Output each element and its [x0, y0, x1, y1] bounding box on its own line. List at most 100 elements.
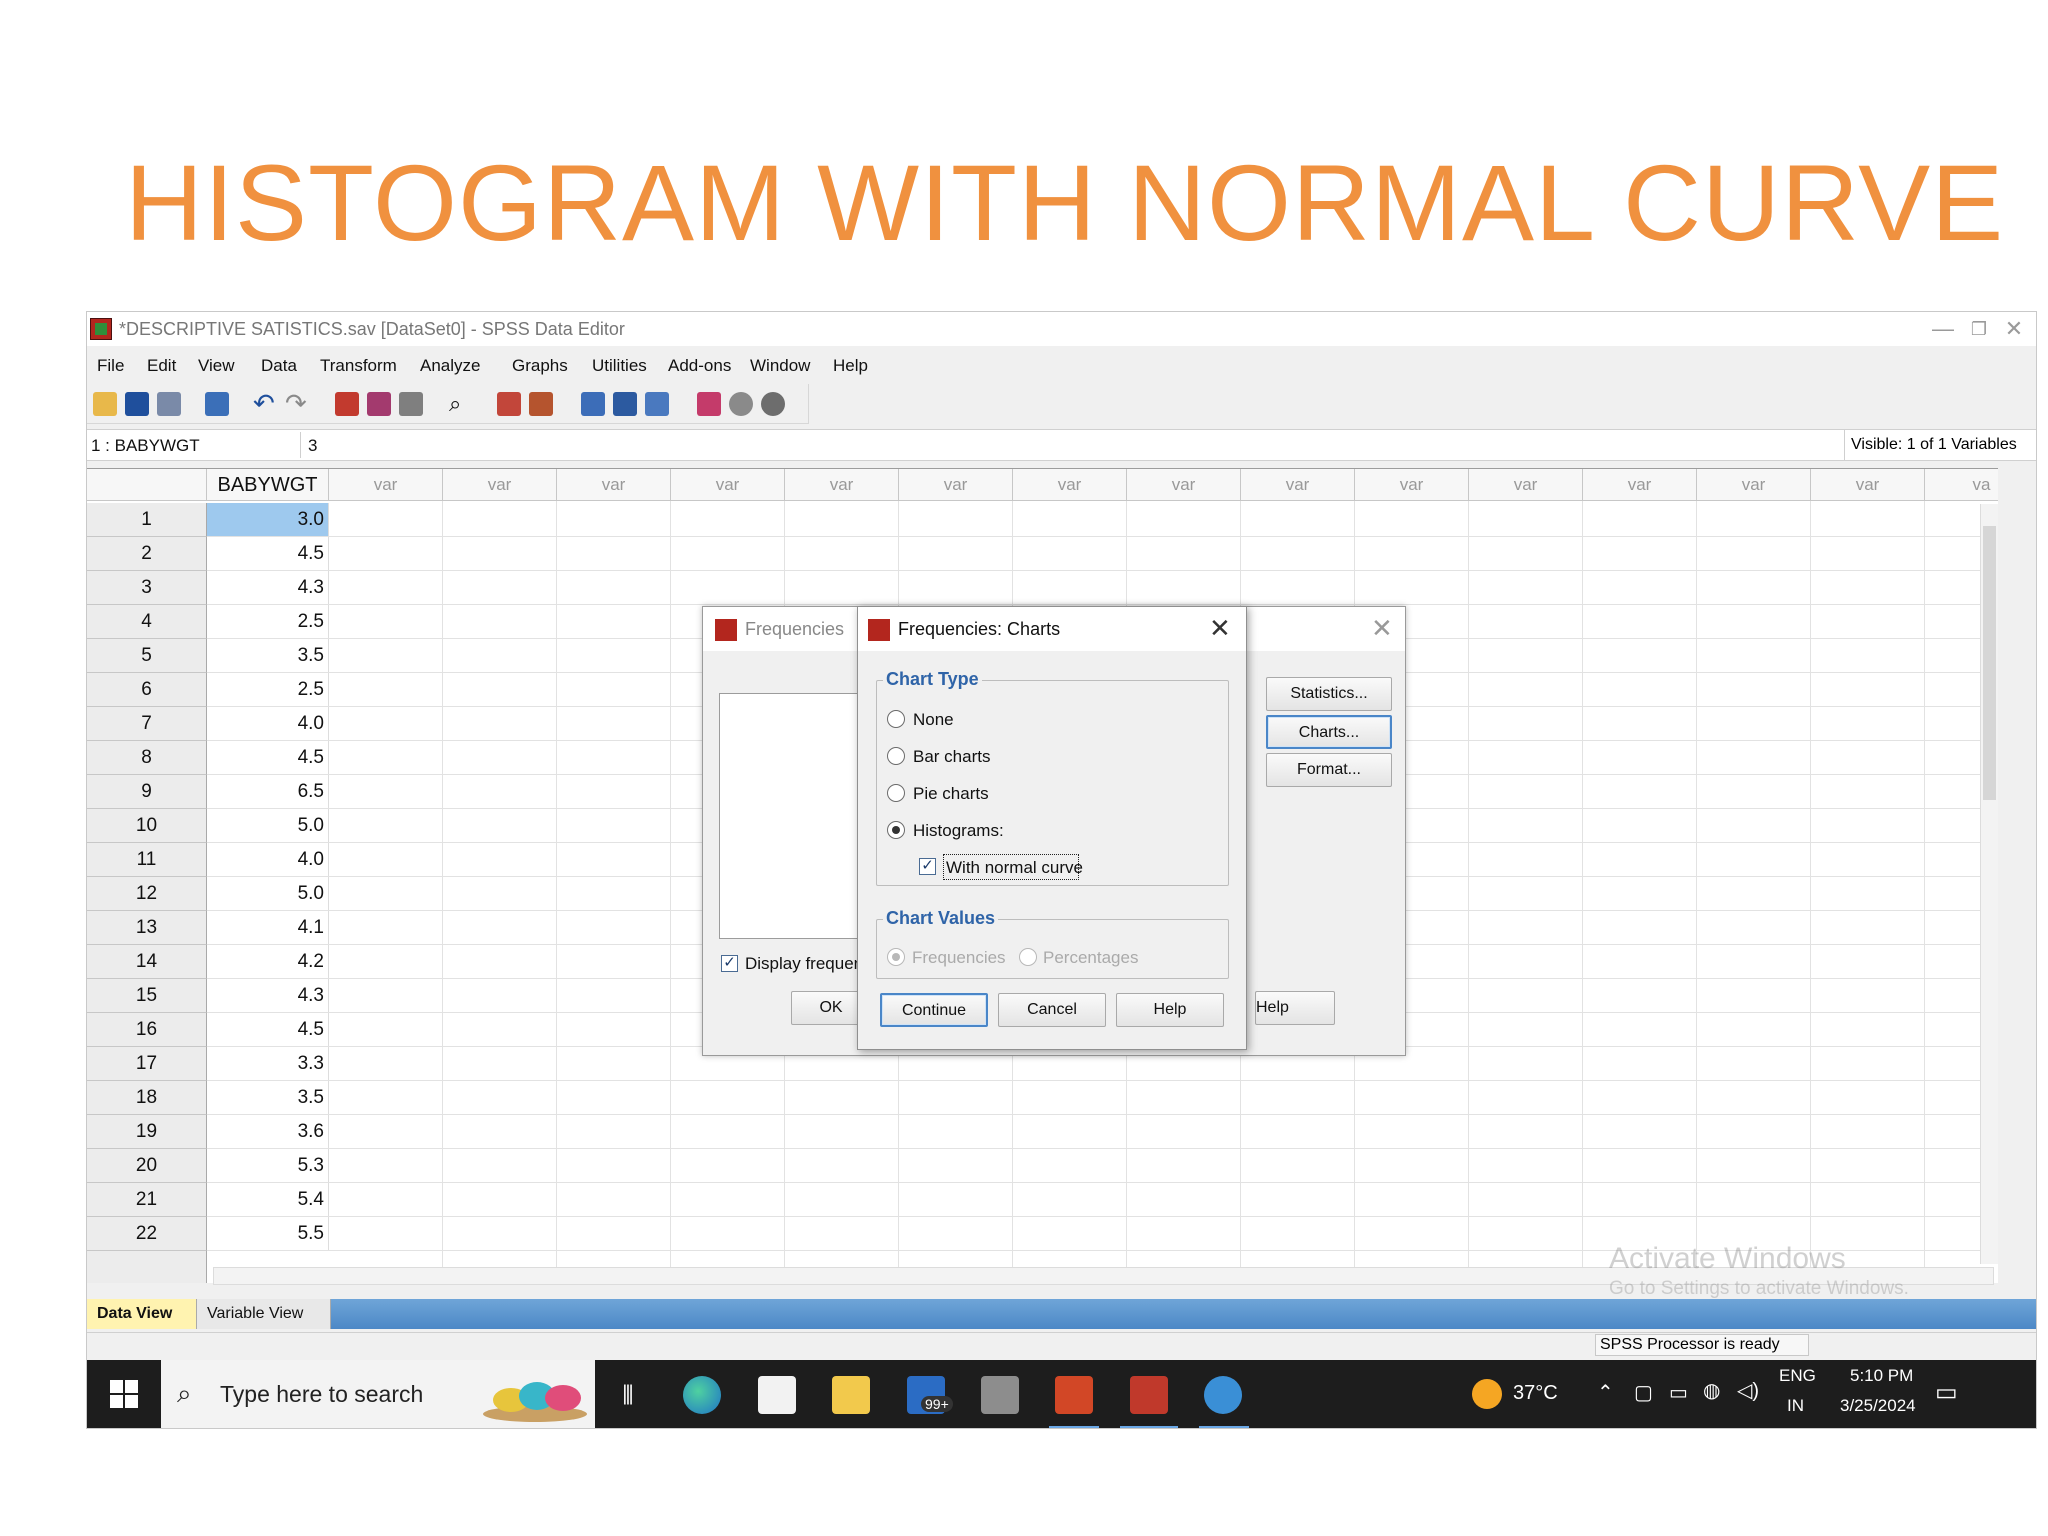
row-header[interactable]: 15 [87, 979, 207, 1013]
find-icon[interactable]: ⌕ [449, 392, 473, 416]
menu-window[interactable]: Window [750, 356, 810, 376]
powerpoint-icon[interactable] [1055, 1376, 1093, 1414]
data-cell[interactable]: 2.5 [207, 673, 329, 707]
row-header[interactable]: 18 [87, 1081, 207, 1115]
vertical-scroll-thumb[interactable] [1983, 526, 1996, 800]
taskbar-search-box[interactable]: ⌕ Type here to search [161, 1360, 595, 1428]
close-button[interactable]: ✕ [1994, 314, 2034, 344]
row-header[interactable]: 21 [87, 1183, 207, 1217]
column-header-var[interactable]: va [1925, 469, 1998, 501]
data-cell[interactable]: 4.0 [207, 707, 329, 741]
data-cell[interactable]: 3.3 [207, 1047, 329, 1081]
menu-file[interactable]: File [97, 356, 124, 376]
weight-cases-icon[interactable] [613, 392, 637, 416]
data-cell[interactable]: 4.5 [207, 537, 329, 571]
column-header-var[interactable]: var [1241, 469, 1355, 501]
data-cell[interactable]: 3.5 [207, 1081, 329, 1115]
dialog-recall-icon[interactable] [205, 392, 229, 416]
notifications-icon[interactable]: ▭ [1935, 1378, 1958, 1407]
column-header-var[interactable]: var [671, 469, 785, 501]
language-in[interactable]: IN [1787, 1396, 1804, 1416]
file-explorer-icon[interactable] [832, 1376, 870, 1414]
battery-icon[interactable]: ▭ [1669, 1380, 1688, 1405]
row-header[interactable]: 20 [87, 1149, 207, 1183]
chart-values-percentages-radio[interactable] [1019, 948, 1037, 966]
row-header[interactable]: 7 [87, 707, 207, 741]
help-button[interactable]: Help [1116, 993, 1224, 1027]
variables-icon[interactable] [399, 392, 423, 416]
meet-now-icon[interactable]: ▢ [1634, 1380, 1653, 1405]
variable-list[interactable] [719, 693, 879, 939]
row-header[interactable]: 12 [87, 877, 207, 911]
column-header-var[interactable]: var [1127, 469, 1241, 501]
tab-variable-view[interactable]: Variable View [197, 1299, 331, 1329]
cancel-button[interactable]: Cancel [998, 993, 1106, 1027]
menu-transform[interactable]: Transform [320, 356, 397, 376]
continue-button[interactable]: Continue [880, 993, 988, 1027]
undo-icon[interactable]: ↶ [253, 390, 277, 416]
data-cell[interactable]: 4.3 [207, 979, 329, 1013]
tab-data-view[interactable]: Data View [87, 1299, 197, 1329]
row-header[interactable]: 19 [87, 1115, 207, 1149]
menu-utilities[interactable]: Utilities [592, 356, 647, 376]
row-header[interactable]: 1 [87, 503, 207, 537]
select-cases-icon[interactable] [645, 392, 669, 416]
data-cell[interactable]: 2.5 [207, 605, 329, 639]
format-button[interactable]: Format... [1266, 753, 1392, 787]
row-header[interactable]: 8 [87, 741, 207, 775]
chart-type-none-radio[interactable] [887, 710, 905, 728]
language-eng[interactable]: ENG [1779, 1366, 1816, 1386]
row-header-partial[interactable] [87, 1251, 207, 1283]
minimize-button[interactable]: — [1923, 314, 1963, 344]
volume-icon[interactable]: ◁) [1737, 1378, 1759, 1403]
menu-help[interactable]: Help [833, 356, 868, 376]
frequencies-close-icon[interactable]: ✕ [1371, 613, 1393, 644]
row-header[interactable]: 14 [87, 945, 207, 979]
row-header[interactable]: 13 [87, 911, 207, 945]
weather-sun-icon[interactable] [1472, 1379, 1502, 1409]
menu-addons[interactable]: Add-ons [668, 356, 731, 376]
column-header-babywgt[interactable]: BABYWGT [207, 469, 329, 501]
data-cell[interactable]: 4.5 [207, 741, 329, 775]
save-icon[interactable] [125, 392, 149, 416]
menu-edit[interactable]: Edit [147, 356, 176, 376]
row-header[interactable]: 22 [87, 1217, 207, 1251]
photos-icon[interactable] [981, 1376, 1019, 1414]
goto-variable-icon[interactable] [367, 392, 391, 416]
use-sets-icon[interactable] [729, 392, 753, 416]
mail-icon[interactable]: 99+ [907, 1376, 953, 1414]
column-header-var[interactable]: var [1811, 469, 1925, 501]
column-header-var[interactable]: var [1583, 469, 1697, 501]
data-cell[interactable]: 4.0 [207, 843, 329, 877]
goto-case-icon[interactable] [335, 392, 359, 416]
spss-icon[interactable] [1130, 1376, 1168, 1414]
redo-icon[interactable]: ↷ [285, 390, 309, 416]
normal-curve-checkbox[interactable]: ✓ [919, 858, 936, 875]
row-header[interactable]: 11 [87, 843, 207, 877]
display-frequency-tables-checkbox[interactable]: ✓ [721, 955, 738, 972]
data-cell[interactable]: 3.0 [207, 503, 329, 537]
data-cell[interactable]: 5.0 [207, 877, 329, 911]
column-header-var[interactable]: var [557, 469, 671, 501]
store-icon[interactable] [758, 1376, 796, 1414]
data-cell[interactable]: 6.5 [207, 775, 329, 809]
column-header-var[interactable]: var [443, 469, 557, 501]
print-icon[interactable] [157, 392, 181, 416]
row-header[interactable]: 16 [87, 1013, 207, 1047]
network-icon[interactable]: ◍ [1703, 1378, 1720, 1403]
corner-header[interactable] [87, 469, 207, 501]
column-header-var[interactable]: var [899, 469, 1013, 501]
open-icon[interactable] [93, 392, 117, 416]
edge-icon[interactable] [683, 1376, 721, 1414]
cell-value-input[interactable]: 3 [308, 436, 317, 456]
menu-graphs[interactable]: Graphs [512, 356, 568, 376]
clock-date[interactable]: 3/25/2024 [1840, 1396, 1916, 1416]
insert-variable-icon[interactable] [529, 392, 553, 416]
chart-type-histograms-radio[interactable] [887, 821, 905, 839]
split-file-icon[interactable] [581, 392, 605, 416]
weather-temp[interactable]: 37°C [1513, 1382, 1558, 1405]
data-cell[interactable]: 3.5 [207, 639, 329, 673]
column-header-var[interactable]: var [329, 469, 443, 501]
frequencies-help-button[interactable]: Help [1255, 991, 1335, 1025]
data-cell[interactable]: 4.1 [207, 911, 329, 945]
